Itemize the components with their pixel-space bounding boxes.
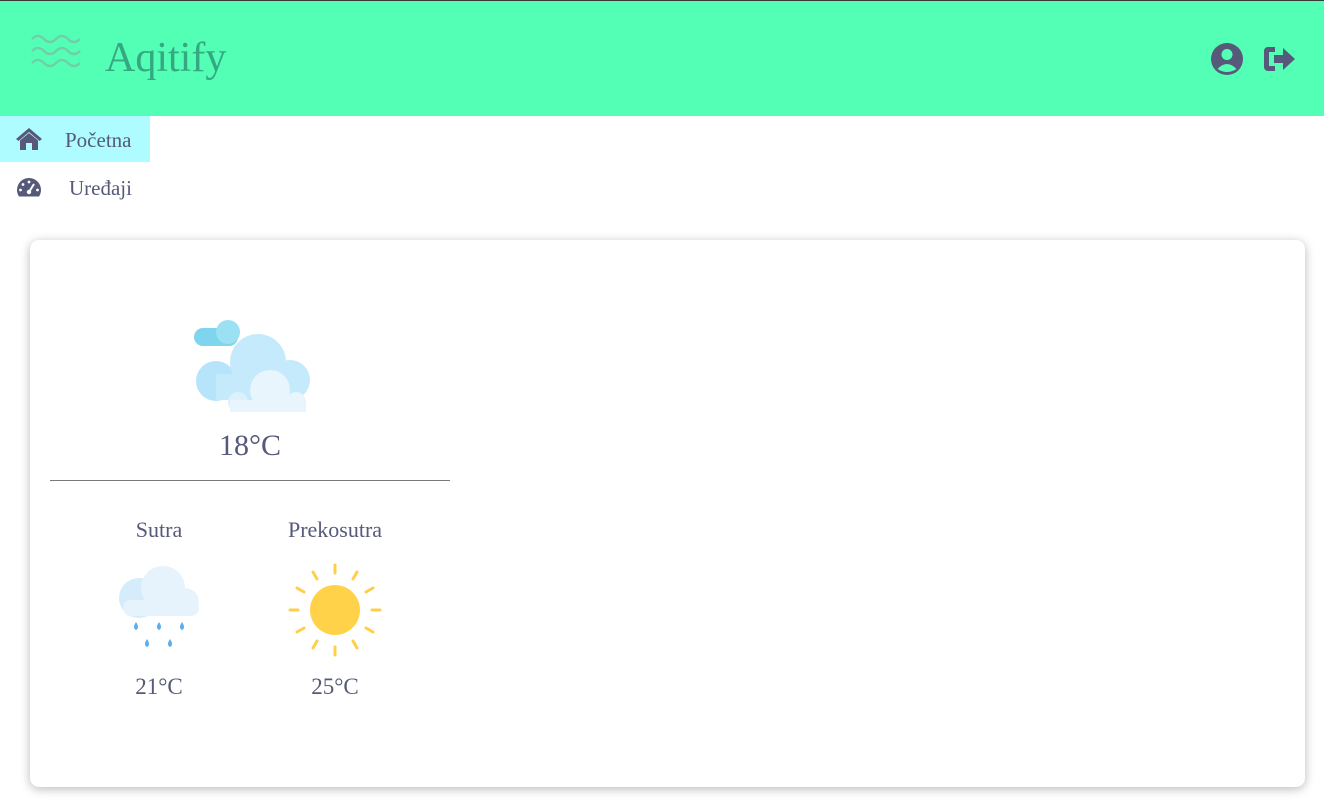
weather-card: 18°C Sutra 21°C Prekosutra 25°C [30, 240, 1305, 787]
nav-label-uredjaji: Uređaji [69, 176, 132, 200]
waves-icon [31, 34, 81, 68]
forecast-temp-tomorrow: 21°C [135, 674, 183, 699]
tachometer-icon [17, 178, 41, 197]
forecast-day-tomorrow: Sutra [135, 517, 183, 542]
nav-label-pocetna: Početna [65, 128, 132, 152]
nav-item-pocetna[interactable]: Početna [0, 116, 150, 162]
forecast-temp-day-after: 25°C [311, 674, 359, 699]
divider [50, 480, 450, 481]
app-header: Aqitify [0, 0, 1324, 116]
sun-icon [288, 563, 382, 657]
home-icon [16, 128, 42, 150]
forecast-day-day-after: Prekosutra [287, 517, 383, 542]
app-title: Aqitify [105, 35, 227, 81]
cloudy-icon [194, 320, 310, 412]
nav-item-uredjaji[interactable]: Uređaji [0, 164, 150, 210]
current-temperature: 18°C [218, 429, 281, 462]
user-circle-icon[interactable] [1209, 41, 1245, 77]
sign-out-icon[interactable] [1261, 41, 1297, 77]
rain-cloud-icon [119, 566, 199, 647]
